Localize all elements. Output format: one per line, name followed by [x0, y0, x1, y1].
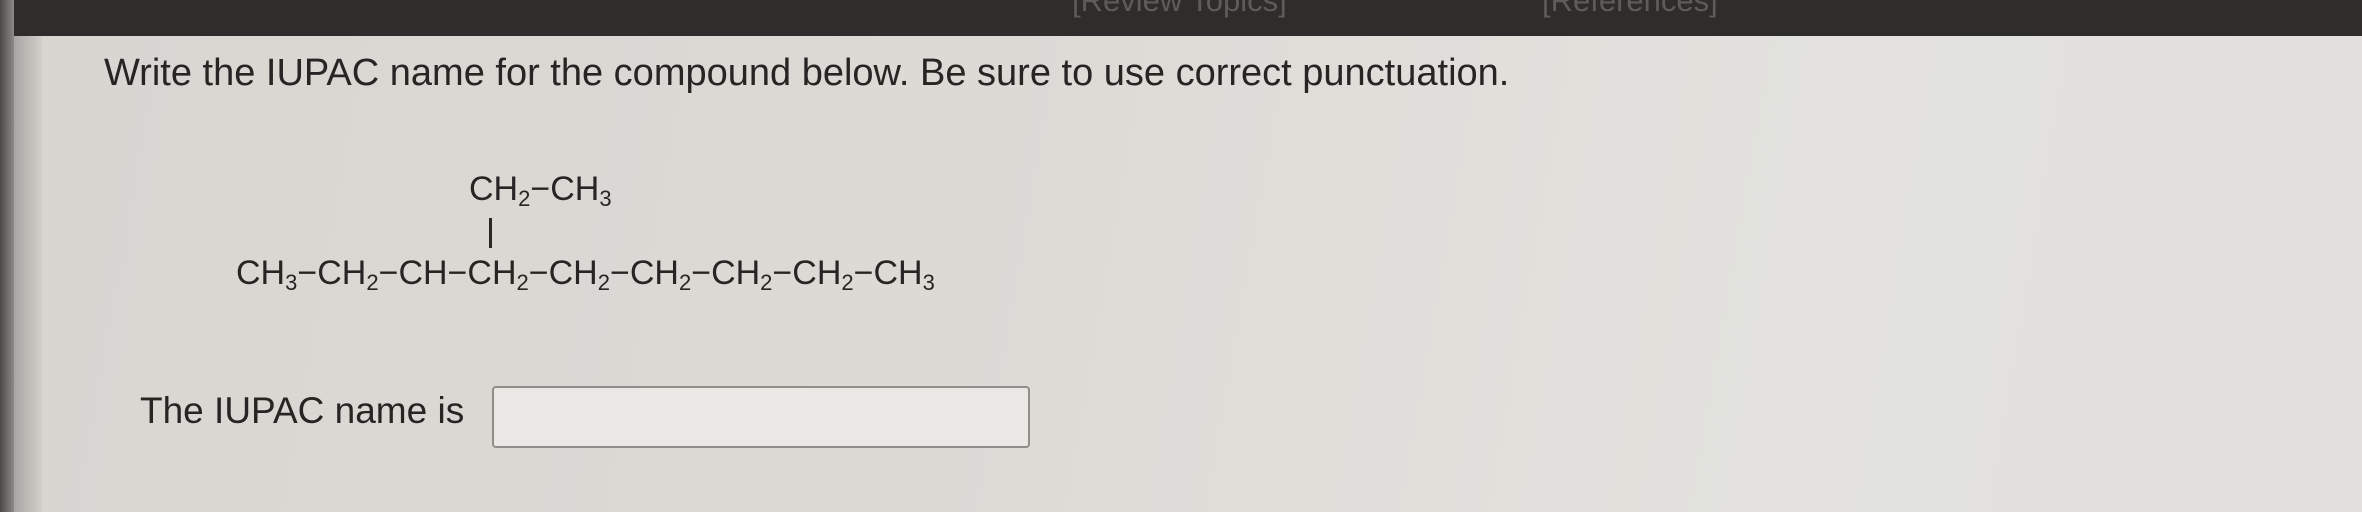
chain-group: CH3	[873, 254, 935, 295]
chain-group-subscript: 2	[597, 270, 610, 295]
branch-ch3: CH3	[550, 170, 612, 211]
branch-ch2: CH2	[469, 170, 531, 211]
chain-group: CH2	[792, 254, 854, 295]
references-link[interactable]: [References]	[1542, 0, 1718, 19]
chain-group-subscript: 2	[366, 270, 379, 295]
chain-bond: −	[528, 254, 549, 292]
chain-group-subscript: 2	[678, 270, 692, 295]
chain-bond: −	[691, 254, 712, 292]
vertical-bond	[489, 218, 492, 248]
chain-group-subscript: 2	[516, 270, 529, 295]
left-edge	[0, 0, 14, 512]
left-edge-shade	[14, 36, 44, 512]
chain-group-subscript: 2	[841, 270, 854, 295]
condensed-structural-formula: CH2−CH3 CH3−CH2−CH−CH2−CH2−CH2−CH2−CH2−C…	[236, 160, 1276, 310]
main-chain: CH3−CH2−CH−CH2−CH2−CH2−CH2−CH2−CH3	[236, 254, 935, 296]
chain-bond: −	[447, 254, 468, 292]
chain-group-subscript: 2	[760, 270, 773, 295]
chain-bond: −	[853, 254, 874, 292]
chain-bond: −	[378, 254, 399, 292]
ethyl-branch: CH2−CH3	[469, 170, 612, 212]
iupac-name-input[interactable]	[492, 386, 1030, 448]
review-topics-link[interactable]: [Review Topics]	[1072, 0, 1287, 19]
chain-group: CH2	[711, 254, 773, 295]
chain-bond: −	[772, 254, 793, 292]
chain-group-subscript: 3	[922, 270, 935, 295]
chain-group: CH2	[548, 254, 610, 295]
answer-label: The IUPAC name is	[140, 390, 465, 431]
chain-bond: −	[297, 254, 318, 292]
top-navigation-bar: [Review Topics] [References]	[0, 0, 2362, 36]
question-text: Write the IUPAC name for the compound be…	[104, 52, 1510, 94]
chain-group-subscript: 3	[285, 270, 298, 295]
branch-bond: −	[530, 170, 551, 208]
chain-group: CH2	[629, 254, 692, 295]
chain-group: CH	[398, 254, 448, 292]
chain-group: CH3	[236, 254, 298, 295]
chain-group: CH2	[467, 254, 529, 295]
chain-bond: −	[609, 254, 630, 292]
chain-group: CH2	[317, 254, 379, 295]
